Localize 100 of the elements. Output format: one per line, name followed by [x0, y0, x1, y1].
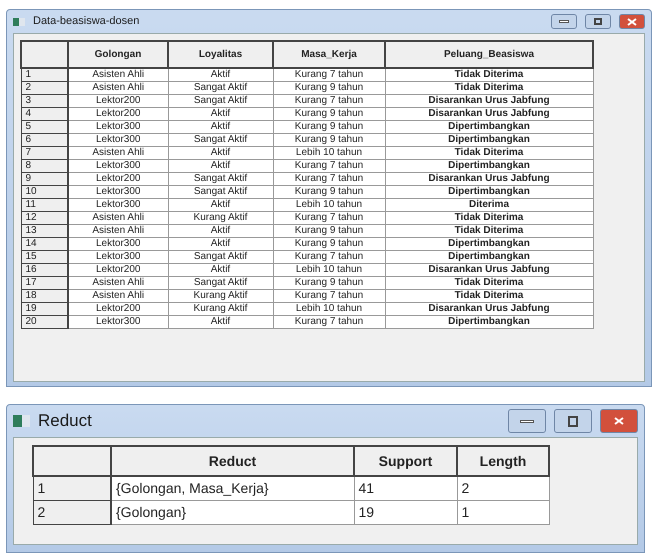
table-cell: 1: [457, 500, 549, 524]
minimize-button[interactable]: [508, 409, 546, 433]
row-header[interactable]: 17: [21, 276, 68, 289]
row-header[interactable]: 20: [21, 315, 68, 328]
row-header[interactable]: 12: [21, 211, 68, 224]
row-header[interactable]: 18: [21, 289, 68, 302]
window-icon: [13, 18, 25, 26]
table-cell: Lebih 10 tahun: [273, 302, 385, 315]
table-cell: Dipertimbangkan: [385, 237, 593, 250]
table-cell: Lektor300: [68, 185, 168, 198]
table-cell: Aktif: [168, 146, 273, 159]
table-cell: Kurang 7 tahun: [273, 289, 385, 302]
window-title: Reduct: [38, 410, 93, 432]
table-cell: Dipertimbangkan: [385, 250, 593, 263]
column-header[interactable]: Loyalitas: [168, 41, 273, 68]
table-cell: Lebih 10 tahun: [273, 146, 385, 159]
table-cell: Lektor300: [68, 237, 168, 250]
table-cell: Asisten Ahli: [68, 68, 168, 81]
table-cell: Kurang 9 tahun: [273, 185, 385, 198]
table-cell: Tidak Diterima: [385, 146, 593, 159]
column-header[interactable]: Masa_Kerja: [273, 41, 385, 68]
table-cell: Kurang Aktif: [168, 302, 273, 315]
corner-header-cell: [21, 41, 68, 68]
table-cell: Dipertimbangkan: [385, 185, 593, 198]
table-cell: {Golongan, Masa_Kerja}: [111, 476, 354, 500]
table-cell: Tidak Diterima: [385, 68, 593, 81]
table-cell: Kurang 7 tahun: [273, 172, 385, 185]
row-header[interactable]: 6: [21, 133, 68, 146]
row-header[interactable]: 2: [33, 500, 111, 524]
row-header[interactable]: 3: [21, 94, 68, 107]
table-cell: Lektor200: [68, 263, 168, 276]
close-button[interactable]: [600, 409, 638, 433]
maximize-button[interactable]: [585, 14, 611, 29]
column-header[interactable]: Length: [457, 446, 549, 476]
table-cell: Aktif: [168, 120, 273, 133]
table-cell: Tidak Diterima: [385, 276, 593, 289]
row-header[interactable]: 1: [33, 476, 111, 500]
table-cell: 19: [354, 500, 457, 524]
table-cell: Lektor200: [68, 302, 168, 315]
row-header[interactable]: 2: [21, 81, 68, 94]
table-cell: Kurang Aktif: [168, 289, 273, 302]
row-header[interactable]: 16: [21, 263, 68, 276]
table-cell: Lebih 10 tahun: [273, 263, 385, 276]
row-header[interactable]: 8: [21, 159, 68, 172]
row-header[interactable]: 13: [21, 224, 68, 237]
table-cell: Asisten Ahli: [68, 81, 168, 94]
table-cell: Tidak Diterima: [385, 289, 593, 302]
table-cell: 2: [457, 476, 549, 500]
table-cell: Dipertimbangkan: [385, 315, 593, 328]
table-cell: Disarankan Urus Jabfung: [385, 107, 593, 120]
column-header[interactable]: Reduct: [111, 446, 354, 476]
row-header[interactable]: 14: [21, 237, 68, 250]
table-cell: Lektor300: [68, 250, 168, 263]
close-icon: [614, 417, 624, 425]
row-header[interactable]: 9: [21, 172, 68, 185]
row-header[interactable]: 11: [21, 198, 68, 211]
table-cell: Diterima: [385, 198, 593, 211]
table-cell: Kurang 9 tahun: [273, 133, 385, 146]
table-cell: Sangat Aktif: [168, 185, 273, 198]
table-cell: Kurang Aktif: [168, 211, 273, 224]
row-header[interactable]: 7: [21, 146, 68, 159]
minimize-button[interactable]: [551, 14, 577, 29]
table-cell: Lektor200: [68, 94, 168, 107]
table-cell: {Golongan}: [111, 500, 354, 524]
row-header[interactable]: 19: [21, 302, 68, 315]
row-header[interactable]: 10: [21, 185, 68, 198]
maximize-button[interactable]: [554, 409, 592, 433]
table-cell: Lektor200: [68, 107, 168, 120]
close-icon: [627, 18, 637, 26]
row-header[interactable]: 15: [21, 250, 68, 263]
close-button[interactable]: [619, 14, 645, 29]
table-cell: Aktif: [168, 263, 273, 276]
table-cell: Lektor300: [68, 120, 168, 133]
table-cell: Kurang 9 tahun: [273, 120, 385, 133]
row-header[interactable]: 5: [21, 120, 68, 133]
table-cell: Asisten Ahli: [68, 224, 168, 237]
table-cell: Sangat Aktif: [168, 133, 273, 146]
table-cell: Kurang 7 tahun: [273, 250, 385, 263]
table-cell: Dipertimbangkan: [385, 133, 593, 146]
table-cell: Sangat Aktif: [168, 81, 273, 94]
table-cell: Kurang 7 tahun: [273, 315, 385, 328]
table-cell: Sangat Aktif: [168, 250, 273, 263]
table-cell: Dipertimbangkan: [385, 120, 593, 133]
table-cell: Aktif: [168, 159, 273, 172]
table-cell: 41: [354, 476, 457, 500]
table-cell: Disarankan Urus Jabfung: [385, 172, 593, 185]
table-cell: Lektor300: [68, 198, 168, 211]
table-cell: Kurang 9 tahun: [273, 276, 385, 289]
table-cell: Aktif: [168, 68, 273, 81]
row-header[interactable]: 4: [21, 107, 68, 120]
column-header[interactable]: Golongan: [68, 41, 168, 68]
table-cell: Lektor200: [68, 172, 168, 185]
table-cell: Kurang 9 tahun: [273, 237, 385, 250]
window-title: Data-beasiswa-dosen: [33, 14, 140, 30]
column-header[interactable]: Support: [354, 446, 457, 476]
column-header[interactable]: Peluang_Beasiswa: [385, 41, 593, 68]
table-cell: Aktif: [168, 224, 273, 237]
row-header[interactable]: 1: [21, 68, 68, 81]
table-cell: Sangat Aktif: [168, 172, 273, 185]
table-cell: Kurang 7 tahun: [273, 94, 385, 107]
